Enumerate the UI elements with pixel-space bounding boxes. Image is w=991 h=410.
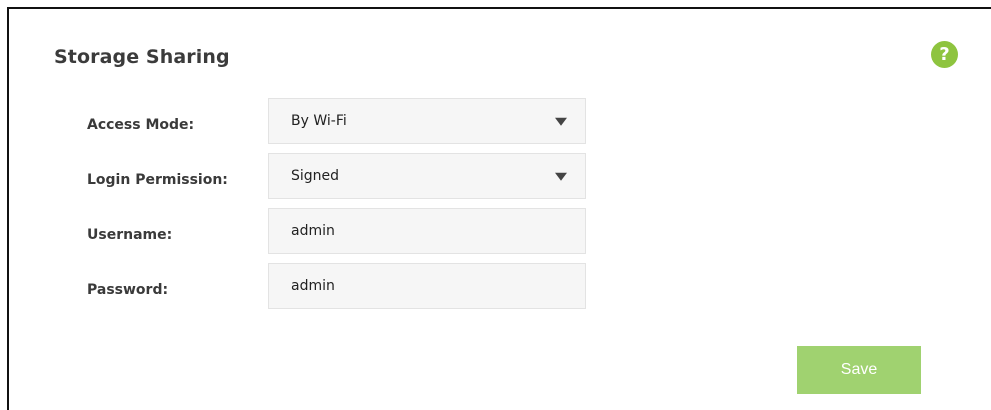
password-field[interactable]: admin [268, 263, 586, 309]
access-mode-label: Access Mode: [87, 117, 195, 133]
password-label: Password: [87, 282, 169, 298]
dropdown-arrow-icon [555, 172, 567, 181]
access-mode-select[interactable]: By Wi-Fi [268, 98, 586, 144]
save-button[interactable]: Save [797, 346, 921, 394]
username-label: Username: [87, 227, 173, 243]
login-permission-select[interactable]: Signed [268, 153, 586, 199]
dropdown-arrow-icon [555, 117, 567, 126]
username-field[interactable]: admin [268, 208, 586, 254]
login-permission-label: Login Permission: [87, 172, 228, 188]
help-icon[interactable]: ? [931, 41, 958, 68]
username-value: admin [291, 223, 335, 239]
access-mode-value: By Wi-Fi [291, 113, 347, 129]
password-value: admin [291, 278, 335, 294]
login-permission-value: Signed [291, 168, 340, 184]
page-title: Storage Sharing [54, 46, 230, 68]
